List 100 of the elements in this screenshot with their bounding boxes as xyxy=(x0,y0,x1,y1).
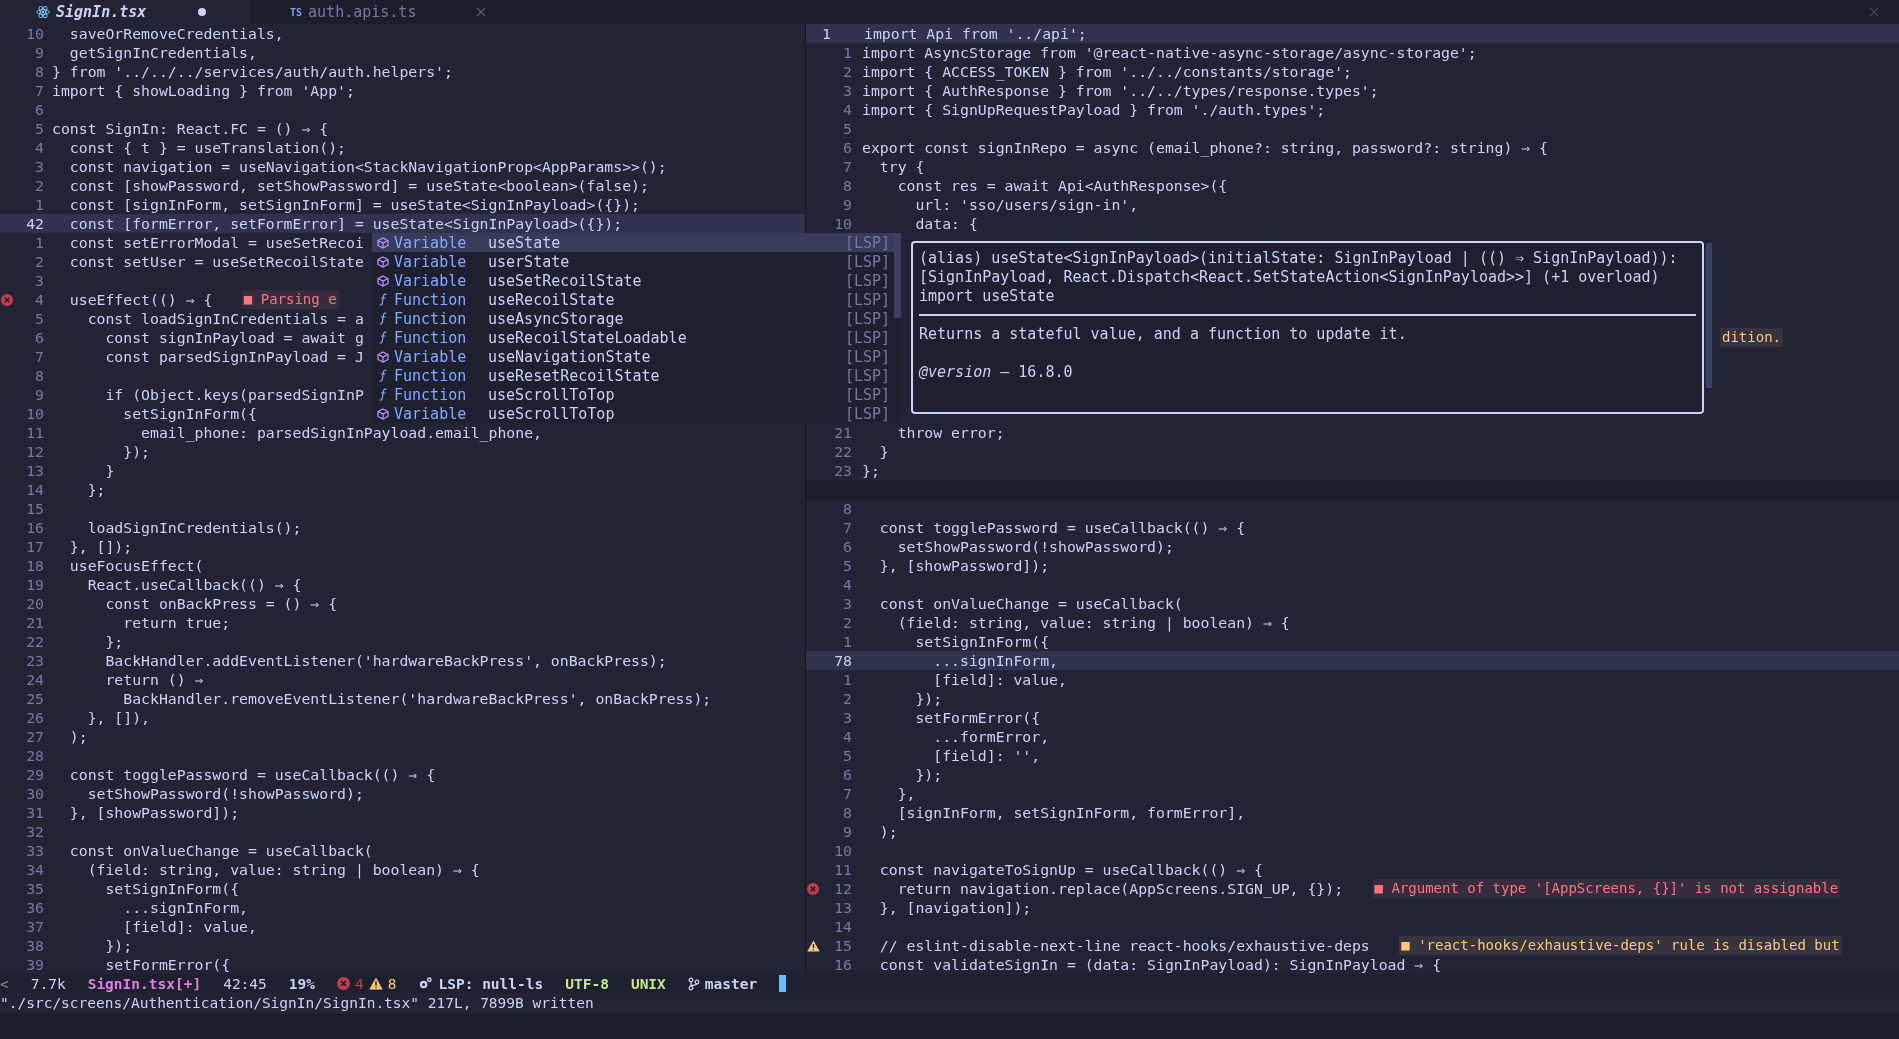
code-line: setFormError({ xyxy=(104,955,231,974)
code-line: if (Object.keys(parsedSignInP xyxy=(104,385,364,404)
completion-item[interactable]: Variable useScrollToTop [LSP] xyxy=(372,404,901,423)
code-line: const setUser = useSetRecoilState xyxy=(68,252,364,271)
completion-item[interactable]: Function useScrollToTop [LSP] xyxy=(372,385,901,404)
line-number: 9 xyxy=(842,195,853,214)
line-number: 35 xyxy=(25,879,45,898)
code-line: return () ⇒ xyxy=(104,670,204,689)
code-line: import Api from '../api'; xyxy=(864,24,1087,43)
code-line: const navigateToSignUp = useCallback(() ⇒ { xyxy=(878,860,1263,879)
code-line: try { xyxy=(878,157,925,176)
error-icon xyxy=(807,882,819,895)
function-icon xyxy=(378,369,388,382)
code-line: const { t } = useTranslation(); xyxy=(68,138,346,157)
version-text: @version — 16.8.0 xyxy=(919,363,1074,382)
code-line: import { ACCESS_TOKEN } from '../../constants/storage'; xyxy=(862,62,1352,81)
completion-item[interactable]: Function useRecoilStateLoadable [LSP] xyxy=(372,328,901,347)
code-line: }, xyxy=(896,784,916,803)
code-line: ...signInForm, xyxy=(932,651,1058,670)
type-signature-line: (alias) useState<SignInPayload>(initialState: SignInPayload | (() ⇒ SignInPayload)): xyxy=(919,249,1679,268)
code-line: email_phone: parsedSignInPayload.email_phone, xyxy=(140,423,542,442)
line-number: 7 xyxy=(842,784,853,803)
close-icon[interactable] xyxy=(476,7,486,17)
line-number: 38 xyxy=(25,936,45,955)
line-number: 4 xyxy=(842,100,853,119)
line-number: 7 xyxy=(842,518,853,537)
completion-item[interactable]: Variable userState [LSP] xyxy=(372,252,901,271)
code-line: return true; xyxy=(122,613,231,632)
line-number: 5 xyxy=(842,746,853,765)
code-line: setSignInForm({ xyxy=(104,879,240,898)
cube-icon xyxy=(377,255,389,268)
code-line: const setErrorModal = useSetRecoi xyxy=(68,233,364,252)
cube-icon xyxy=(377,236,389,249)
completion-item[interactable]: Function useResetRecoilState [LSP] xyxy=(372,366,901,385)
line-number: 13 xyxy=(25,461,45,480)
line-number: 11 xyxy=(25,423,45,442)
line-number: 6 xyxy=(842,765,853,784)
line-number: 3 xyxy=(842,594,853,613)
file-tab[interactable]: TS auth.apis.ts xyxy=(250,0,500,24)
line-number: 9 xyxy=(34,385,45,404)
completion-item[interactable]: Function useRecoilState [LSP] xyxy=(372,290,901,309)
line-number: 10 xyxy=(833,841,853,860)
modified-dot-icon xyxy=(198,8,206,16)
status-bar: < 7.7k SignIn.tsx[+] 42:45 19% 4 8 LSP: null-ls UTF-8 UNIX master xyxy=(0,974,1899,993)
completion-item[interactable]: Variable useNavigationState [LSP] xyxy=(372,347,901,366)
line-number: 31 xyxy=(25,803,45,822)
scrollbar-thumb[interactable] xyxy=(894,233,901,318)
code-line: [field]: value, xyxy=(122,917,257,936)
line-number: 16 xyxy=(833,955,853,974)
cube-icon xyxy=(377,350,389,363)
code-line: BackHandler.addEventListener('hardwareBackPress', onBackPress); xyxy=(104,651,667,670)
code-line: return navigation.replace(AppScreens.SIGN_UP, {}); xyxy=(896,879,1344,898)
atom-icon xyxy=(36,5,50,19)
diagnostic-message: dition. xyxy=(1720,328,1783,347)
code-line: import AsyncStorage from '@react-native-async-storage/async-storage'; xyxy=(862,43,1477,62)
line-number: 1 xyxy=(821,24,832,43)
description-text: Returns a stateful value, and a function to update it. xyxy=(919,325,1408,344)
code-line: const parsedSignInPayload = J xyxy=(104,347,364,366)
command-line-message: "./src/screens/Authentication/SignIn/SignIn.tsx" 217L, 7899B written xyxy=(0,994,595,1013)
line-number: 22 xyxy=(25,632,45,651)
code-line: const [showPassword, setShowPassword] = useState<boolean>(false); xyxy=(68,176,649,195)
code-line: }, [showPassword]); xyxy=(68,803,240,822)
line-number: 8 xyxy=(842,803,853,822)
line-number: 14 xyxy=(25,480,45,499)
code-line: setSignInForm({ xyxy=(914,632,1050,651)
line-number: 21 xyxy=(25,613,45,632)
line-number: 8 xyxy=(34,62,45,81)
line-number: 8 xyxy=(842,499,853,518)
line-number: 28 xyxy=(25,746,45,765)
line-number: 1 xyxy=(842,670,853,689)
code-line: } xyxy=(104,461,115,480)
line-number: 5 xyxy=(34,119,45,138)
completion-item[interactable]: Function useAsyncStorage [LSP] xyxy=(372,309,901,328)
code-line: [signInForm, setSignInForm, formError], xyxy=(896,803,1246,822)
code-line: data: { xyxy=(914,214,978,233)
cube-icon xyxy=(377,274,389,287)
code-line: }, [navigation]); xyxy=(878,898,1032,917)
warning-icon xyxy=(368,977,383,990)
file-tab[interactable]: SignIn.tsx xyxy=(0,0,250,24)
line-number: 6 xyxy=(34,100,45,119)
close-icon[interactable] xyxy=(1869,7,1879,17)
status-block xyxy=(779,975,787,992)
code-line: }, []), xyxy=(86,708,150,727)
line-number: 4 xyxy=(842,575,853,594)
line-number: 5 xyxy=(842,556,853,575)
line-number: 9 xyxy=(34,43,45,62)
scrollbar-thumb[interactable] xyxy=(1706,243,1712,388)
completion-item[interactable]: Variable useSetRecoilState [LSP] xyxy=(372,271,901,290)
code-line: [field]: '', xyxy=(932,746,1041,765)
code-line: useFocusEffect( xyxy=(68,556,204,575)
line-number: 3 xyxy=(34,157,45,176)
line-number: 17 xyxy=(25,537,45,556)
code-line: const togglePassword = useCallback(() ⇒ { xyxy=(68,765,436,784)
line-number: 3 xyxy=(842,708,853,727)
code-line: setShowPassword(!showPassword); xyxy=(896,537,1174,556)
code-line: ...signInForm, xyxy=(122,898,248,917)
code-line: ...formError, xyxy=(932,727,1050,746)
line-number: 3 xyxy=(842,81,853,100)
line-number: 1 xyxy=(34,233,45,252)
function-icon xyxy=(378,331,388,344)
